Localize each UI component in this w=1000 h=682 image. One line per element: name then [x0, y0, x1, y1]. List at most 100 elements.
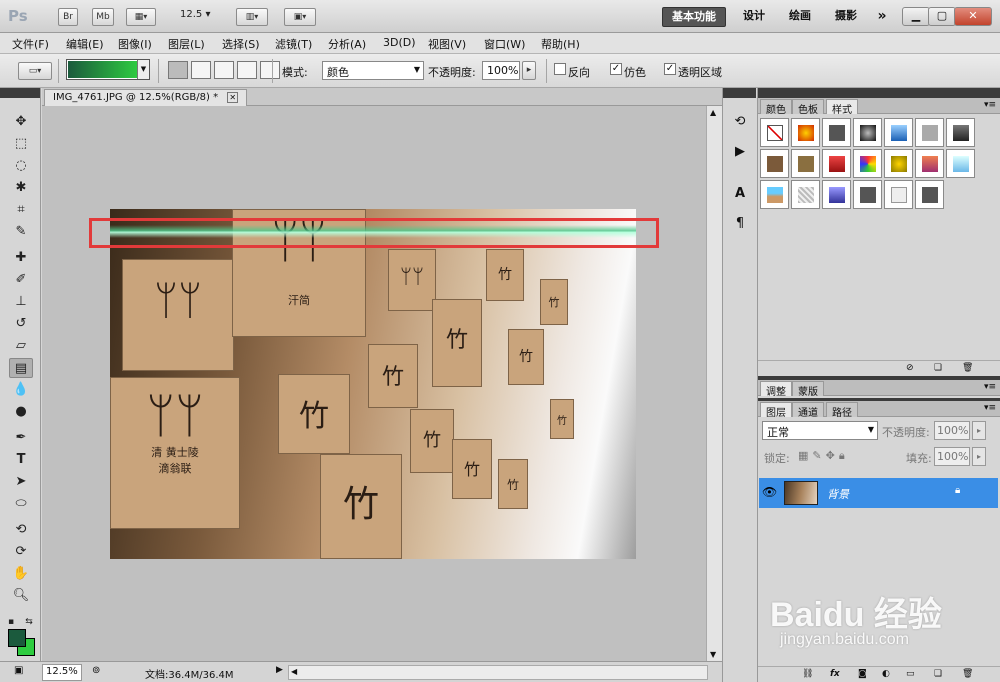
- quick-select-tool-icon[interactable]: ✱: [9, 178, 33, 198]
- eyedropper-tool-icon[interactable]: ✎: [9, 222, 33, 242]
- style-swatch[interactable]: [946, 149, 975, 178]
- zoom-level-select[interactable]: 12.5 ▾: [180, 9, 210, 20]
- layer-row-background[interactable]: 👁︎ 背景 🔒︎: [759, 478, 998, 508]
- document-image[interactable]: ᛘᛘ ᛘᛘ 清 黄士陵 滴翁联 ᛘᛘ 汗简 竹 竹 竹 ᛘᛘ 竹 竹 竹 竹 竹…: [110, 209, 636, 559]
- view-extras-button[interactable]: ▦▾: [126, 8, 156, 26]
- linear-gradient-button[interactable]: [168, 61, 188, 79]
- scroll-up-icon[interactable]: ▲: [710, 108, 716, 117]
- status-info-icon[interactable]: ⊚: [92, 665, 100, 676]
- menu-file[interactable]: 文件(F): [12, 36, 49, 52]
- zoom-tool-icon[interactable]: 🔍︎: [9, 586, 33, 606]
- new-layer-icon[interactable]: ❏: [934, 669, 942, 679]
- dither-checkbox[interactable]: ✓: [610, 63, 622, 75]
- style-none[interactable]: [760, 118, 789, 147]
- actions-panel-icon[interactable]: ▶: [729, 142, 751, 162]
- menu-3d[interactable]: 3D(D): [383, 36, 416, 49]
- style-swatch[interactable]: [946, 118, 975, 147]
- style-swatch[interactable]: [822, 118, 851, 147]
- status-mode-icon[interactable]: ▣: [14, 665, 23, 676]
- blend-mode-select[interactable]: 正常 ▼: [762, 421, 878, 440]
- maximize-button[interactable]: ▢: [928, 7, 956, 26]
- crop-tool-icon[interactable]: ⌗: [9, 200, 33, 220]
- workspace-painting[interactable]: 绘画: [780, 7, 820, 27]
- mini-bridge-button[interactable]: Mb: [92, 8, 114, 26]
- ellipse-shape-tool-icon[interactable]: ⬭: [9, 494, 33, 514]
- opacity-slider-button[interactable]: ▸: [972, 421, 986, 440]
- workspace-design[interactable]: 设计: [734, 7, 774, 27]
- panel-menu-icon[interactable]: ▾≡: [984, 382, 996, 392]
- diamond-gradient-button[interactable]: [260, 61, 280, 79]
- zoom-field[interactable]: 12.5%: [42, 664, 82, 681]
- eye-icon[interactable]: 👁︎: [762, 485, 777, 499]
- close-button[interactable]: ✕: [954, 7, 992, 26]
- fill-input[interactable]: 100%: [934, 447, 970, 466]
- style-swatch[interactable]: [884, 149, 913, 178]
- foreground-color-swatch[interactable]: [8, 629, 26, 647]
- vertical-scrollbar[interactable]: ▲ ▼: [706, 106, 722, 661]
- style-swatch[interactable]: [791, 118, 820, 147]
- brush-tool-icon[interactable]: ✐: [9, 270, 33, 290]
- style-swatch[interactable]: [884, 180, 913, 209]
- mode-select[interactable]: 颜色 ▼: [322, 61, 424, 80]
- minimize-button[interactable]: ▁: [902, 7, 930, 26]
- style-swatch[interactable]: [760, 149, 789, 178]
- gradient-picker[interactable]: ▼: [66, 59, 150, 80]
- eraser-tool-icon[interactable]: ▱: [9, 336, 33, 356]
- panel-menu-icon[interactable]: ▾≡: [984, 100, 996, 110]
- style-swatch[interactable]: [853, 118, 882, 147]
- tool-preset-picker[interactable]: ▭▾: [18, 62, 52, 80]
- 3d-orbit-tool-icon[interactable]: ⟳: [9, 542, 33, 562]
- workspace-photography[interactable]: 摄影: [826, 7, 866, 27]
- bridge-button[interactable]: Br: [58, 8, 78, 26]
- status-menu-arrow[interactable]: ▶: [276, 665, 283, 675]
- menu-view[interactable]: 视图(V): [428, 36, 466, 52]
- marquee-tool-icon[interactable]: ⬚: [9, 134, 33, 154]
- scroll-down-icon[interactable]: ▼: [710, 650, 716, 659]
- more-workspaces-button[interactable]: »: [870, 7, 894, 27]
- menu-edit[interactable]: 编辑(E): [66, 36, 104, 52]
- layer-style-icon[interactable]: fx: [830, 669, 840, 679]
- style-swatch[interactable]: [853, 180, 882, 209]
- style-swatch[interactable]: [791, 149, 820, 178]
- clear-style-icon[interactable]: ⊘: [906, 363, 914, 373]
- history-brush-tool-icon[interactable]: ↺: [9, 314, 33, 334]
- blur-tool-icon[interactable]: 💧: [9, 380, 33, 400]
- hand-tool-icon[interactable]: ✋: [9, 564, 33, 584]
- menu-image[interactable]: 图像(I): [118, 36, 152, 52]
- path-select-tool-icon[interactable]: ➤: [9, 472, 33, 492]
- move-tool-icon[interactable]: ✥: [9, 112, 33, 132]
- style-swatch[interactable]: [822, 180, 851, 209]
- panel-menu-icon[interactable]: ▾≡: [984, 403, 996, 413]
- reflected-gradient-button[interactable]: [237, 61, 257, 79]
- workspace-essentials[interactable]: 基本功能: [662, 7, 726, 27]
- new-group-icon[interactable]: ▭: [906, 669, 915, 679]
- history-panel-icon[interactable]: ⟲: [729, 112, 751, 132]
- opacity-input[interactable]: 100%: [482, 61, 520, 80]
- character-panel-icon[interactable]: A: [729, 184, 751, 204]
- delete-style-icon[interactable]: 🗑︎: [962, 363, 973, 373]
- menu-filter[interactable]: 滤镜(T): [275, 36, 312, 52]
- style-swatch[interactable]: [760, 180, 789, 209]
- menu-analysis[interactable]: 分析(A): [328, 36, 366, 52]
- type-tool-icon[interactable]: T: [9, 450, 33, 470]
- style-swatch[interactable]: [884, 118, 913, 147]
- chevron-down-icon[interactable]: ▼: [137, 60, 149, 79]
- angle-gradient-button[interactable]: [214, 61, 234, 79]
- screen-mode-button[interactable]: ▣▾: [284, 8, 316, 26]
- document-tab[interactable]: IMG_4761.JPG @ 12.5%(RGB/8) * ✕: [44, 89, 248, 106]
- menu-help[interactable]: 帮助(H): [541, 36, 580, 52]
- lasso-tool-icon[interactable]: ◌: [9, 156, 33, 176]
- healing-brush-tool-icon[interactable]: ✚: [9, 248, 33, 268]
- menu-layer[interactable]: 图层(L): [168, 36, 205, 52]
- dodge-tool-icon[interactable]: ●: [9, 402, 33, 422]
- style-swatch[interactable]: [915, 149, 944, 178]
- horizontal-scrollbar[interactable]: ◀: [288, 665, 708, 680]
- adjustment-layer-icon[interactable]: ◐: [882, 669, 890, 679]
- link-layers-icon[interactable]: ⛓: [802, 669, 813, 679]
- layer-opacity-input[interactable]: 100%: [934, 421, 970, 440]
- tab-paths[interactable]: 路径: [826, 402, 858, 419]
- panel-header[interactable]: [0, 88, 40, 98]
- delete-layer-icon[interactable]: 🗑︎: [962, 669, 973, 679]
- radial-gradient-button[interactable]: [191, 61, 211, 79]
- opacity-slider-button[interactable]: ▸: [522, 61, 536, 80]
